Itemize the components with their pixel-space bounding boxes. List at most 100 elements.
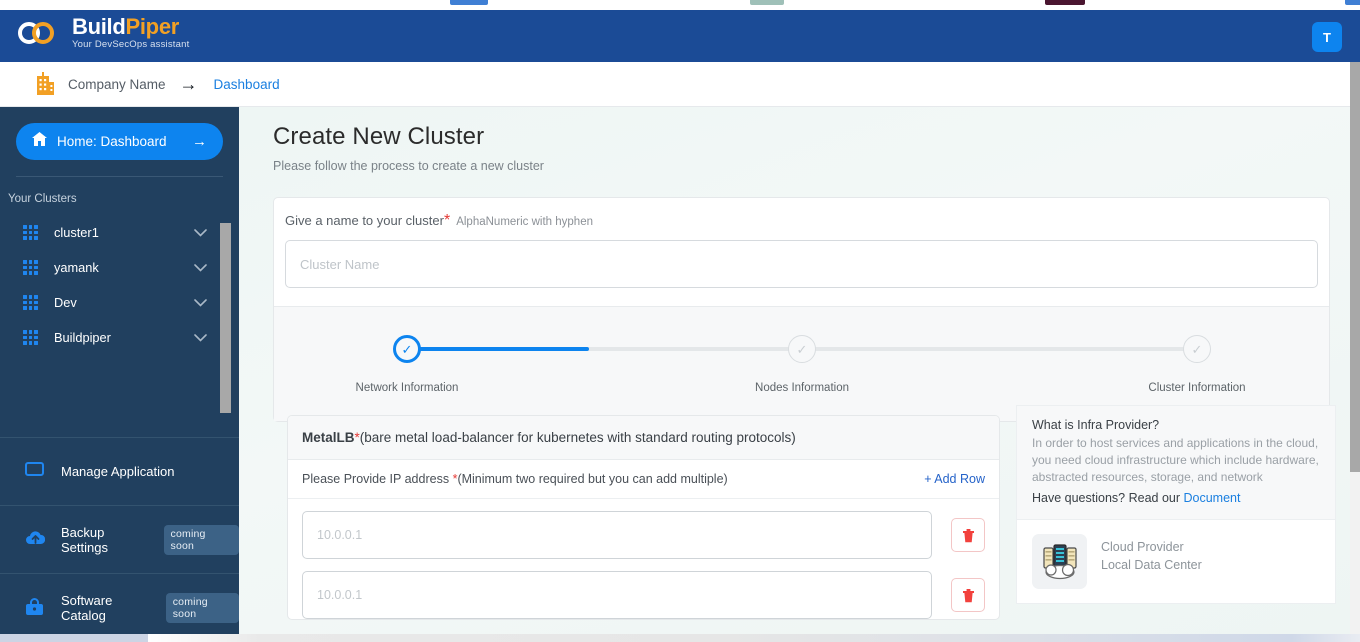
chevron-down-icon[interactable]	[194, 261, 207, 275]
breadcrumb-dashboard-link[interactable]: Dashboard	[214, 77, 280, 92]
provider-label: Cloud Provider	[1101, 540, 1184, 555]
info-title: What is Infra Provider?	[1032, 418, 1160, 432]
stepper-node-cluster-information[interactable]: ✓	[1183, 335, 1211, 363]
sidebar-item-home-dashboard[interactable]: Home: Dashboard →	[16, 123, 223, 160]
check-icon: ✓	[401, 341, 413, 357]
top-navbar: BuildPiper Your DevSecOps assistant T	[0, 10, 1360, 62]
brand-second: Piper	[125, 14, 180, 39]
infra-provider-info: What is Infra Provider? In order to host…	[1016, 405, 1336, 521]
chevron-down-icon[interactable]	[194, 226, 207, 240]
provider-value: Local Data Center	[1101, 558, 1202, 573]
browser-tab-remnant[interactable]	[750, 0, 784, 5]
sidebar: Home: Dashboard → Your Clusters cluster1…	[0, 107, 239, 642]
add-row-button[interactable]: + Add Row	[924, 472, 985, 486]
page-subtitle: Please follow the process to create a ne…	[273, 159, 544, 173]
check-icon: ✓	[796, 341, 808, 357]
ip-address-label: Please Provide IP address *(Minimum two …	[302, 472, 728, 486]
ip-address-input[interactable]	[302, 571, 933, 619]
browser-tab-remnant[interactable]	[1345, 0, 1360, 5]
trash-icon	[962, 588, 974, 602]
home-dashboard-label: Home: Dashboard	[57, 134, 167, 149]
sidebar-item-backup-settings[interactable]: Backup Settings coming soon	[0, 506, 239, 573]
sidebar-cluster-cluster1[interactable]: cluster1	[0, 215, 239, 250]
info-question: Have questions? Read our Document	[1032, 491, 1320, 505]
arrow-right-icon: →	[192, 133, 207, 150]
cluster-name-label: Buildpiper	[54, 330, 111, 345]
chevron-down-icon[interactable]	[194, 331, 207, 345]
metallb-header: MetalLB*(bare metal load-balancer for ku…	[288, 416, 999, 460]
brand-title: BuildPiper	[72, 16, 189, 38]
grid-icon	[23, 295, 38, 310]
cluster-name-label: Give a name to your cluster	[285, 213, 444, 228]
info-panel: What is Infra Provider? In order to host…	[1016, 405, 1336, 605]
cluster-form-card: Give a name to your cluster* AlphaNumeric…	[273, 197, 1330, 422]
info-question-text: Have questions? Read our	[1032, 491, 1184, 506]
main-content: Create New Cluster Please follow the pro…	[239, 107, 1352, 642]
metallb-description: (bare metal load-balancer for kubernetes…	[359, 430, 796, 445]
sidebar-item-label: Manage Application	[61, 464, 175, 479]
cluster-name-label: cluster1	[54, 225, 99, 240]
ip-address-input[interactable]	[302, 511, 933, 559]
delete-row-button[interactable]	[951, 518, 985, 552]
ip-address-header: Please Provide IP address *(Minimum two …	[288, 460, 999, 499]
sidebar-cluster-buildpiper[interactable]: Buildpiper	[0, 320, 239, 355]
avatar[interactable]: T	[1312, 22, 1342, 52]
sidebar-item-manage-application[interactable]: Manage Application	[0, 438, 239, 505]
brand-logo[interactable]: BuildPiper Your DevSecOps assistant	[18, 16, 189, 50]
grid-icon	[23, 330, 38, 345]
building-icon	[34, 72, 56, 96]
chevron-down-icon[interactable]	[194, 296, 207, 310]
sidebar-cluster-yamank[interactable]: yamank	[0, 250, 239, 285]
clusters-heading: Your Clusters	[8, 193, 77, 205]
sidebar-cluster-dev[interactable]: Dev	[0, 285, 239, 320]
grid-icon	[23, 225, 38, 240]
stepper-label: Nodes Information	[755, 382, 849, 394]
datacenter-icon	[1032, 534, 1087, 590]
metallb-card: MetalLB*(bare metal load-balancer for ku…	[287, 415, 1000, 620]
check-icon: ✓	[1191, 341, 1203, 357]
ip-address-row	[288, 559, 999, 619]
cluster-name-section: Give a name to your cluster* AlphaNumeric…	[274, 198, 1329, 306]
browser-tab-remnant[interactable]	[1045, 0, 1085, 5]
browser-tabs-strip	[0, 0, 1360, 10]
metallb-title: MetalLB	[302, 430, 355, 445]
cluster-name-label: Dev	[54, 295, 77, 310]
trash-icon	[962, 528, 974, 542]
home-icon	[32, 132, 47, 151]
grid-icon	[23, 260, 38, 275]
cloud-provider-card[interactable]: Cloud Provider Local Data Center	[1016, 520, 1336, 605]
arrow-right-icon: →	[179, 74, 198, 94]
brand-first: Build	[72, 14, 126, 39]
cluster-name-label: yamank	[54, 260, 99, 275]
app-screen: BuildPiper Your DevSecOps assistant T Co…	[0, 0, 1360, 642]
stepper-label: Network Information	[355, 382, 459, 394]
stepper-track-fill	[407, 347, 589, 351]
sidebar-item-software-catalog[interactable]: Software Catalog coming soon	[0, 574, 239, 641]
delete-row-button[interactable]	[951, 578, 985, 612]
document-link[interactable]: Document	[1183, 491, 1240, 505]
stepper-node-network-information[interactable]: ✓	[393, 335, 421, 363]
cloud-upload-icon	[25, 530, 46, 549]
basket-icon	[25, 598, 44, 617]
ip-label-text: Please Provide IP address	[302, 472, 453, 486]
page-title: Create New Cluster	[273, 123, 485, 150]
clusters-scrollbar-thumb[interactable]	[220, 223, 231, 413]
cluster-name-hint: AlphaNumeric with hyphen	[456, 216, 593, 228]
os-taskbar	[0, 634, 1360, 642]
brand-tagline: Your DevSecOps assistant	[72, 39, 190, 50]
infinity-rings-icon	[18, 18, 64, 48]
stepper-track: ✓ Network Information ✓ Nodes Information ✓ C…	[356, 335, 1246, 394]
clusters-list: cluster1 yamank Dev Buildpiper	[0, 215, 239, 413]
stepper-label: Cluster Information	[1148, 382, 1246, 394]
required-mark: *	[443, 212, 451, 229]
progress-stepper: ✓ Network Information ✓ Nodes Information ✓ C…	[274, 306, 1329, 421]
sidebar-item-label: Software Catalog	[61, 592, 113, 623]
breadcrumb-company: Company Name	[68, 76, 166, 92]
coming-soon-badge: coming soon	[165, 592, 239, 623]
page-scrollbar-thumb[interactable]	[1350, 62, 1360, 472]
browser-tab-remnant[interactable]	[450, 0, 488, 5]
cluster-name-input[interactable]	[285, 240, 1318, 288]
sidebar-item-label: Backup Settings	[61, 524, 108, 555]
monitor-icon	[25, 462, 44, 481]
stepper-node-nodes-information[interactable]: ✓	[788, 335, 816, 363]
